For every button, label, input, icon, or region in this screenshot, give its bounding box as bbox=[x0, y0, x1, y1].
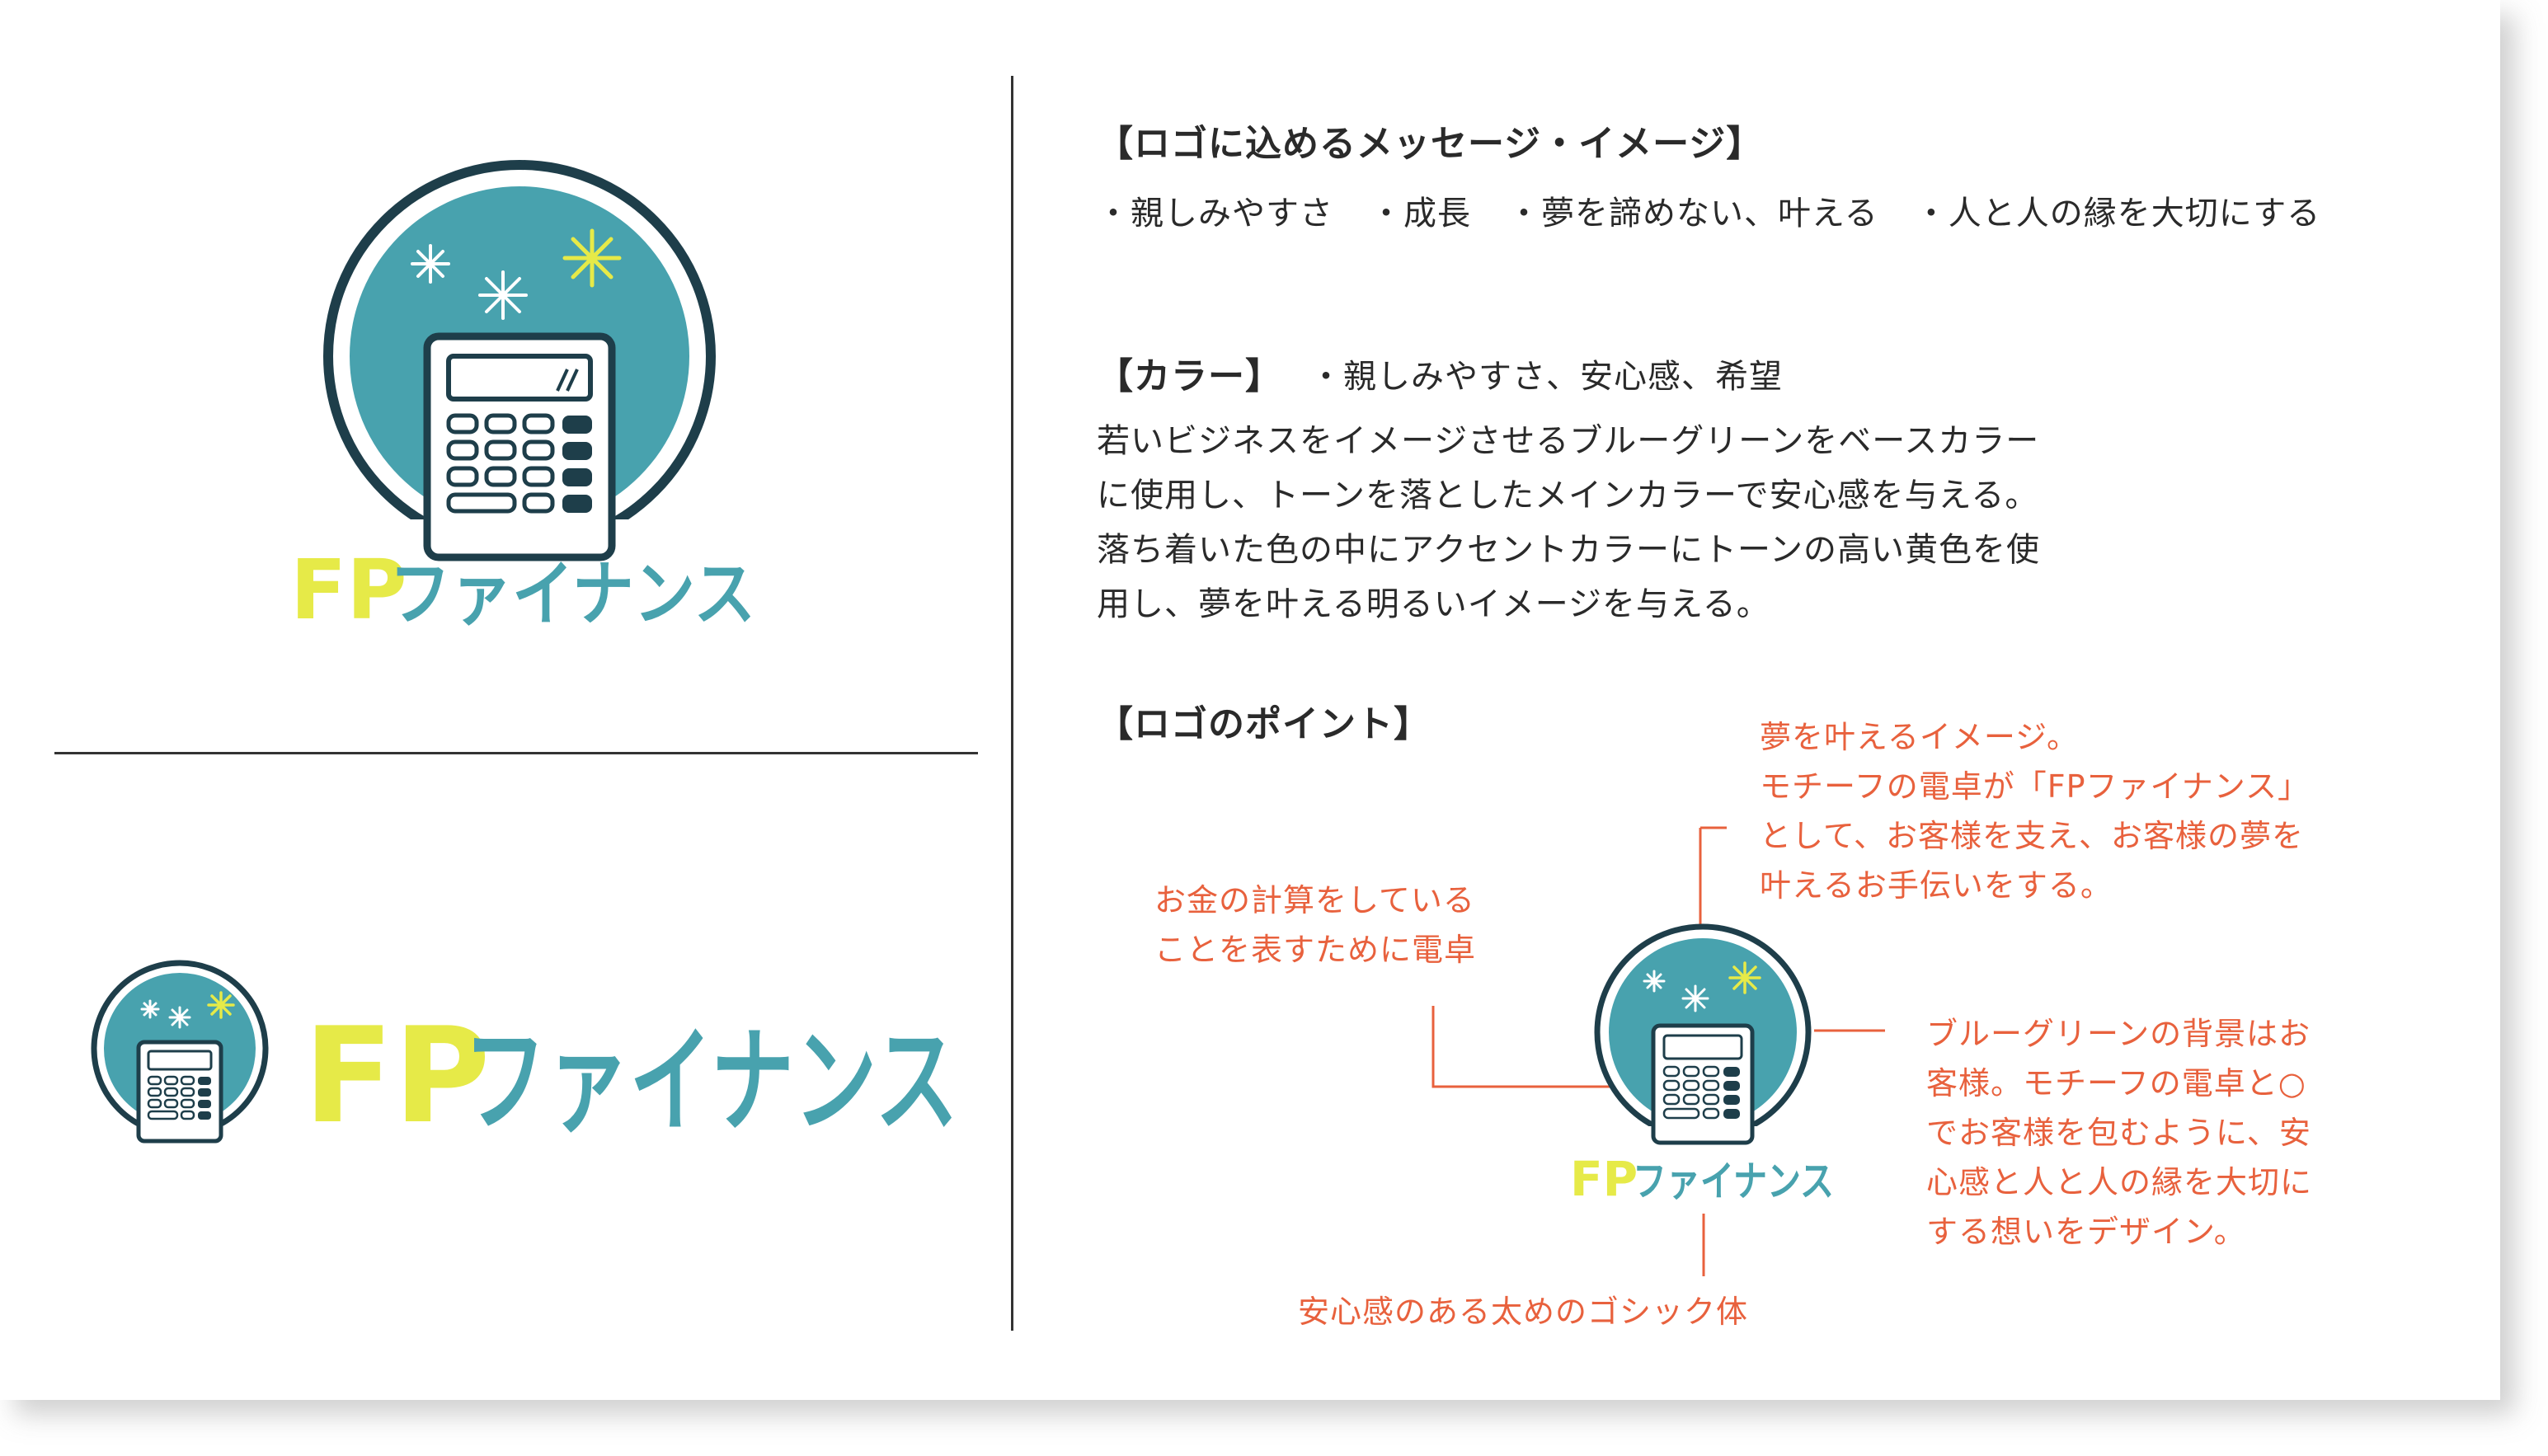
note-line: でお客様を包むように、安 bbox=[1926, 1115, 2311, 1151]
note-line: する想いをデザイン。 bbox=[1926, 1214, 2246, 1250]
wordmark-fp: FP bbox=[1570, 1151, 1638, 1207]
sparkle-icon bbox=[1643, 970, 1666, 993]
calculator-icon bbox=[1651, 1023, 1755, 1145]
note-line: 叶えるお手伝いをする。 bbox=[1760, 867, 2113, 904]
note-line: 客様。モチーフの電卓と○ bbox=[1926, 1065, 2306, 1101]
note-line: ブルーグリーンの背景はお bbox=[1926, 1016, 2311, 1052]
presentation-sheet: FP ファイナンス FP ファイナンス 【ロゴに込めるメッセージ・イメージ】 ・… bbox=[0, 0, 2500, 1400]
background-note: ブルーグリーンの背景はお 客様。モチーフの電卓と○ でお客様を包むように、安 心… bbox=[1926, 1009, 2312, 1256]
note-line: 夢を叶えるイメージ。 bbox=[1760, 719, 2079, 755]
sparkle-icon bbox=[1728, 961, 1761, 994]
sparkle-icon bbox=[1681, 984, 1709, 1012]
note-line: として、お客様を支え、お客様の夢を bbox=[1760, 818, 2304, 854]
logo-small: FP ファイナンス bbox=[1570, 923, 1834, 1207]
note-line: 心感と人と人の縁を大切に bbox=[1926, 1164, 2313, 1200]
calculator-note: お金の計算をしている ことを表すために電卓 bbox=[1154, 876, 1476, 975]
logo-emblem bbox=[1583, 923, 1831, 1159]
wordmark-katakana: ファイナンス bbox=[1633, 1158, 1834, 1205]
note-line: ことを表すために電卓 bbox=[1154, 932, 1477, 968]
font-note: 安心感のある太めのゴシック体 bbox=[1298, 1294, 1749, 1330]
note-line: モチーフの電卓が「FPファイナンス」 bbox=[1760, 768, 2310, 805]
note-line: お金の計算をしている bbox=[1154, 882, 1475, 918]
dream-note: 夢を叶えるイメージ。 モチーフの電卓が「FPファイナンス」 として、お客様を支え… bbox=[1760, 712, 2310, 910]
